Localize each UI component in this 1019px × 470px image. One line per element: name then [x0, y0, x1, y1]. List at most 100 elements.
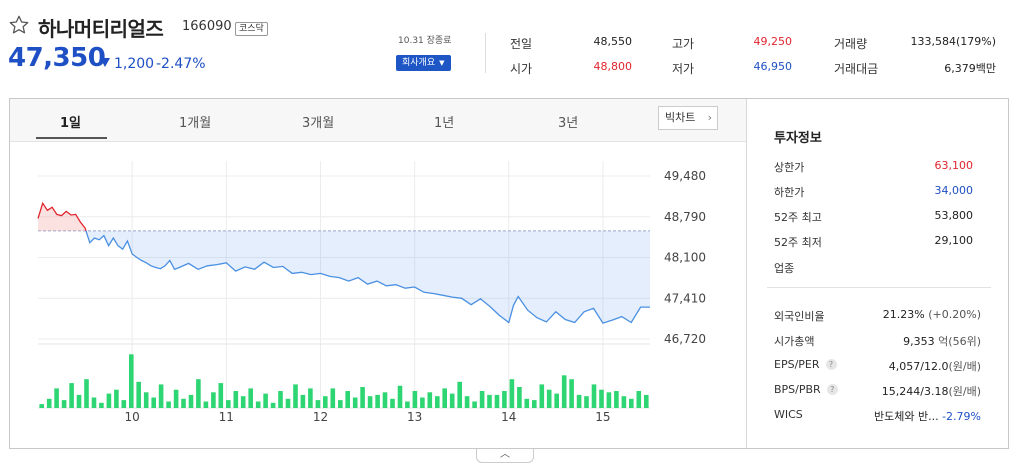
volume-bar: [629, 398, 634, 408]
favorite-star-icon[interactable]: [8, 14, 30, 36]
volume-bar: [502, 391, 507, 408]
help-icon[interactable]: ?: [826, 384, 838, 395]
volume-bar: [143, 392, 149, 408]
volume-bar: [218, 383, 224, 408]
volume-bar: [278, 391, 283, 408]
wics-change: -2.79%: [942, 410, 981, 423]
volume-bar: [226, 400, 231, 408]
volume-bar: [382, 392, 388, 408]
volume-bar: [330, 388, 336, 408]
volume-bar: [151, 397, 156, 408]
open-label: 시가: [510, 62, 533, 76]
market-cap-label: 시가총액: [774, 335, 815, 348]
y-tick-label: 48,790: [664, 210, 706, 224]
volume-bar: [300, 394, 306, 408]
volume-bar: [427, 392, 433, 408]
volume-bar: [69, 383, 74, 408]
high-label: 고가: [672, 37, 695, 51]
volume-bar: [203, 401, 209, 408]
company-overview-label: 회사개요: [402, 58, 436, 68]
amount-label: 거래대금: [834, 62, 879, 76]
volume-bar: [211, 392, 216, 408]
foreign-ratio-label: 외국인비율: [774, 310, 825, 323]
caret-down-icon: ▼: [439, 59, 445, 67]
volume-bar: [457, 381, 462, 408]
volume-bar: [158, 384, 164, 408]
x-tick-label: 14: [501, 410, 516, 424]
chevron-up-icon: ︿: [500, 449, 510, 460]
bps-pbr: 15,244/3.18: [881, 385, 949, 398]
tab-1year[interactable]: 1년: [434, 112, 454, 131]
tab-3year[interactable]: 3년: [558, 112, 578, 131]
help-icon[interactable]: ?: [825, 359, 837, 370]
volume-bar: [636, 391, 642, 408]
volume-bar: [315, 400, 321, 408]
eps-per-label: EPS/PER?: [774, 358, 837, 371]
invest-title: 투자정보: [774, 131, 822, 146]
volume-bar: [293, 384, 298, 408]
wics-industry[interactable]: 반도체와 반...: [874, 410, 939, 423]
volume-bar: [39, 404, 44, 408]
volume-bar: [591, 384, 597, 408]
eps-per: 4,057/12.0: [888, 360, 949, 373]
amount-value: 6,379백만: [944, 62, 996, 75]
x-tick-label: 12: [313, 410, 328, 424]
volume-bar: [599, 389, 604, 408]
invest-divider: [767, 287, 991, 288]
low-label: 저가: [672, 62, 695, 76]
bigchart-label: 빅차트: [665, 111, 696, 124]
investment-info: 투자정보 상한가 63,100 하한가 34,000 52주 최고 53,800…: [747, 99, 1009, 448]
volume-bar: [255, 401, 261, 408]
volume-bar: [367, 396, 373, 408]
stock-code: 166090: [182, 19, 232, 34]
bigchart-button[interactable]: 빅차트 ›: [658, 106, 718, 130]
x-tick-label: 10: [125, 410, 140, 424]
price-change: 1,200: [114, 56, 155, 72]
volume-bar: [524, 398, 530, 408]
volume-bar: [99, 402, 104, 408]
volume-label: 거래량: [834, 37, 868, 51]
volume-bar: [76, 394, 82, 408]
volume-bar: [584, 396, 589, 408]
volume-bar: [285, 398, 291, 408]
down-arrow-icon: [100, 58, 110, 67]
lower-limit-label: 하한가: [774, 186, 805, 199]
y-tick-label: 47,410: [664, 291, 706, 305]
active-tab-indicator: [36, 137, 107, 139]
volume-bar: [397, 385, 403, 408]
company-overview-button[interactable]: 회사개요 ▼: [396, 55, 451, 71]
eps-per-text: EPS/PER: [774, 358, 820, 371]
tab-1month[interactable]: 1개월: [179, 112, 211, 131]
collapse-button[interactable]: ︿: [476, 449, 534, 463]
volume-bar: [472, 401, 477, 408]
period-tabs: 1일 1개월 3개월 1년 3년 빅차트 ›: [10, 99, 746, 142]
y-tick-label: 46,720: [664, 332, 706, 346]
volume-bar: [420, 397, 425, 408]
foreign-ratio-value: 21.23% (+0.20%): [883, 308, 981, 321]
volume-bar: [532, 400, 537, 408]
market-badge: 코스닥: [235, 22, 268, 36]
volume-bar: [442, 388, 447, 408]
volume-bar: [181, 398, 186, 408]
volume-bar: [621, 396, 627, 408]
down-area: [86, 230, 650, 324]
x-tick-label: 15: [595, 410, 610, 424]
low52-label: 52주 최저: [774, 236, 822, 249]
volume-bar: [84, 379, 89, 408]
y-tick-label: 49,480: [664, 169, 706, 183]
volume-bar: [360, 387, 365, 408]
tab-3month[interactable]: 3개월: [302, 112, 334, 131]
volume-bar: [479, 391, 485, 408]
volume-bar: [375, 394, 380, 408]
volume-bar: [233, 391, 239, 408]
volume-bar: [196, 379, 201, 408]
bps-pbr-label: BPS/PBR?: [774, 383, 838, 396]
foreign-ratio: 21.23%: [882, 308, 925, 321]
market-cap: 9,353: [903, 335, 935, 348]
prev-close-label: 전일: [510, 37, 533, 51]
volume-bar: [121, 400, 127, 408]
tab-1day[interactable]: 1일: [60, 112, 81, 131]
volume-bar: [46, 398, 52, 408]
volume-bar: [449, 393, 455, 408]
volume-bar: [338, 400, 343, 408]
